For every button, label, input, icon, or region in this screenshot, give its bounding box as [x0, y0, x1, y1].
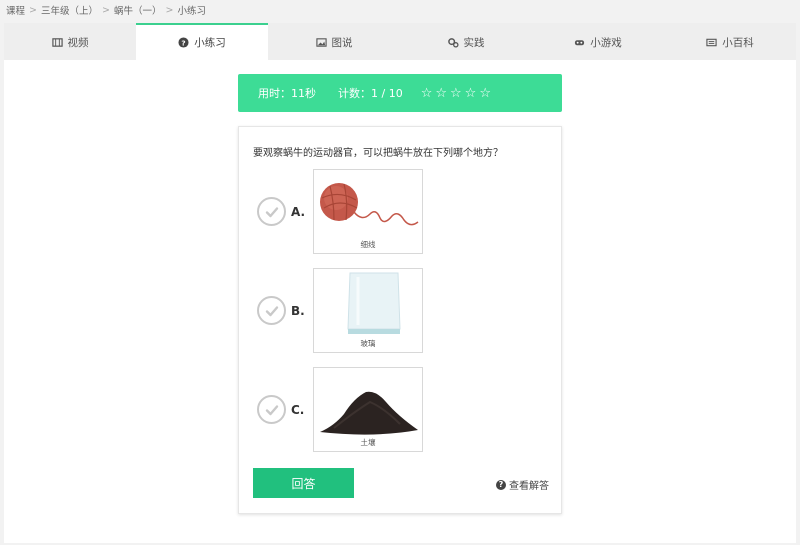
option-b[interactable]: B. 玻璃: [257, 268, 423, 353]
option-caption: 玻璃: [360, 339, 376, 348]
check-circle-icon[interactable]: [257, 395, 286, 424]
tab-label: 小百科: [722, 37, 754, 49]
view-solution-label: 查看解答: [509, 481, 549, 492]
option-letter: B.: [291, 303, 305, 318]
check-circle-icon[interactable]: [257, 296, 286, 325]
option-a[interactable]: A. 细线: [257, 169, 423, 254]
option-image-glass: 玻璃: [313, 268, 423, 353]
question-circle-icon: ?: [178, 37, 189, 48]
tab-encyclopedia[interactable]: 小百科: [664, 23, 796, 60]
option-caption: 细线: [360, 240, 376, 249]
question-text: 要观察蜗牛的运动器官，可以把蜗牛放在下列哪个地方？: [253, 148, 503, 159]
gears-icon: [447, 38, 459, 48]
breadcrumb-separator: >: [165, 4, 174, 16]
tab-bar: 视频 ? 小练习 图说 实践 小游戏 小百科: [4, 23, 796, 60]
tab-pictures[interactable]: 图说: [268, 23, 400, 60]
option-letter: A.: [291, 204, 306, 219]
tab-label: 小游戏: [590, 37, 622, 49]
tab-exercise[interactable]: ? 小练习: [136, 23, 268, 60]
check-circle-icon[interactable]: [257, 197, 286, 226]
question-card: 要观察蜗牛的运动器官，可以把蜗牛放在下列哪个地方？ A. 细线 B. 玻璃 C.…: [238, 126, 562, 514]
option-image-soil: 土壤: [313, 367, 423, 452]
option-image-yarn: 细线: [313, 169, 423, 254]
film-icon: [51, 38, 63, 47]
svg-text:?: ?: [182, 38, 186, 47]
option-c[interactable]: C. 土壤: [257, 367, 423, 452]
tab-games[interactable]: 小游戏: [532, 23, 664, 60]
breadcrumb-grade[interactable]: 三年级（上）: [41, 3, 98, 17]
option-caption: 土壤: [360, 438, 376, 447]
gamepad-icon: [575, 40, 585, 46]
image-icon: [315, 38, 327, 47]
breadcrumb-current: 小练习: [177, 6, 206, 17]
tab-video[interactable]: 视频: [4, 23, 136, 60]
option-letter: C.: [291, 402, 305, 417]
tab-label: 图说: [331, 37, 353, 49]
tab-label: 实践: [463, 37, 485, 49]
breadcrumb-separator: >: [102, 4, 110, 16]
question-counter: 计数：1 / 10: [338, 87, 403, 100]
elapsed-time: 用时：11秒: [258, 87, 316, 100]
star-icon: ☆: [420, 85, 433, 101]
breadcrumb-lesson[interactable]: 蜗牛（一）: [114, 3, 162, 17]
tab-label: 小练习: [194, 37, 226, 49]
star-rating: ☆ ☆ ☆ ☆ ☆: [421, 86, 491, 101]
view-solution-link[interactable]: ? 查看解答: [496, 477, 549, 492]
answer-button[interactable]: 回答: [253, 468, 354, 498]
tab-label: 视频: [67, 37, 89, 49]
star-icon: ☆: [479, 85, 491, 101]
star-icon: ☆: [464, 85, 477, 101]
breadcrumb-separator: >: [29, 4, 37, 16]
breadcrumb: 课程 > 三年级（上） > 蜗牛（一） > 小练习: [0, 0, 800, 20]
question-circle-icon: ?: [496, 479, 506, 490]
star-icon: ☆: [450, 85, 462, 101]
newspaper-icon: [706, 38, 717, 47]
star-icon: ☆: [435, 85, 448, 101]
status-bar: 用时：11秒 计数：1 / 10 ☆ ☆ ☆ ☆ ☆: [238, 74, 562, 112]
content-frame: 视频 ? 小练习 图说 实践 小游戏 小百科 用时：11秒 计数：1 / 10 …: [4, 23, 796, 543]
tab-practice[interactable]: 实践: [400, 23, 532, 60]
breadcrumb-courses[interactable]: 课程: [6, 3, 25, 17]
